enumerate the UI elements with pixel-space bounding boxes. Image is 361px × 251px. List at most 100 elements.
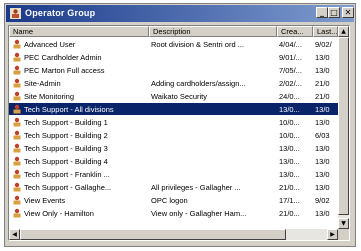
- cell-created: 9/01/...: [279, 53, 302, 62]
- cell-name: Tech Support - Building 2: [24, 131, 108, 140]
- cell-description: [151, 156, 275, 167]
- cell-last: 9/02: [315, 196, 330, 205]
- cell-created: 21/0...: [279, 209, 300, 218]
- column-header-name[interactable]: Name: [9, 26, 149, 37]
- cell-description: Root division & Sentri ord ...: [151, 40, 244, 49]
- vertical-scrollbar[interactable]: ▲ ▼: [338, 26, 349, 229]
- operator-group-icon: [13, 208, 21, 218]
- cell-name: Site Monitoring: [24, 92, 75, 101]
- table-row[interactable]: Tech Support - Building 2 10/0... 6/03: [9, 129, 338, 141]
- vertical-scroll-thumb[interactable]: [338, 37, 349, 215]
- cell-created: 13/0...: [279, 144, 300, 153]
- cell-last: 13/0: [315, 183, 330, 192]
- scroll-right-arrow-icon[interactable]: ▶: [327, 229, 338, 240]
- table-row[interactable]: Tech Support - Building 4 13/0... 13/0: [9, 155, 338, 167]
- cell-description: [151, 65, 275, 76]
- operator-group-icon: [13, 182, 21, 192]
- cell-last: 13/0: [315, 144, 330, 153]
- cell-created: 10/0...: [279, 118, 300, 127]
- cell-name: PEC Marton Full access: [24, 66, 105, 75]
- horizontal-scroll-thumb[interactable]: [20, 229, 286, 240]
- cell-created: 21/0...: [279, 183, 300, 192]
- minimize-button[interactable]: _: [316, 7, 328, 18]
- table-row[interactable]: Tech Support - Building 3 13/0... 13/0: [9, 142, 338, 154]
- operator-group-icon: [13, 104, 21, 114]
- cell-last: 6/03: [315, 131, 330, 140]
- cell-name: Tech Support - All divisions: [24, 105, 114, 114]
- horizontal-scrollbar[interactable]: ◀ ▶: [9, 229, 338, 240]
- cell-last: 13/0: [315, 53, 330, 62]
- scroll-down-arrow-icon[interactable]: ▼: [338, 218, 349, 229]
- cell-name: View Only - Hamilton: [24, 209, 94, 218]
- cell-created: 13/0...: [279, 170, 300, 179]
- operator-group-icon: [13, 65, 21, 75]
- cell-last: 21/0: [315, 92, 330, 101]
- cell-name: View Events: [24, 196, 66, 205]
- cell-name: PEC Cardholder Admin: [24, 53, 102, 62]
- cell-name: Site-Admin: [24, 79, 61, 88]
- cell-description: [151, 104, 275, 115]
- column-header-description[interactable]: Description: [149, 26, 277, 37]
- cell-description: [151, 52, 275, 63]
- scroll-corner: [338, 229, 349, 240]
- table-row[interactable]: Site-Admin Adding cardholders/assign... 2/…: [9, 77, 338, 89]
- cell-last: 9/02/: [315, 40, 332, 49]
- table-row[interactable]: Site Monitoring Waikato Security 24/0... 21…: [9, 90, 338, 102]
- scroll-up-arrow-icon[interactable]: ▲: [338, 26, 349, 37]
- operator-group-icon: [13, 78, 21, 88]
- cell-name: Tech Support - Building 3: [24, 144, 108, 153]
- table-row[interactable]: PEC Cardholder Admin 9/01/... 13/0: [9, 51, 338, 63]
- cell-last: 13/0: [315, 66, 330, 75]
- cell-name: Tech Support - Building 1: [24, 118, 108, 127]
- cell-created: 10/0...: [279, 131, 300, 140]
- cell-last: 13/0: [315, 118, 330, 127]
- cell-last: 21/0: [315, 79, 330, 88]
- cell-created: 4/04/...: [279, 40, 302, 49]
- table-row[interactable]: Advanced User Root division & Sentri ord …: [9, 38, 338, 50]
- table-row[interactable]: View Only - Hamilton View only - Gallaghe…: [9, 207, 338, 219]
- cell-last: 13/0: [315, 209, 330, 218]
- table-row[interactable]: Tech Support - Building 1 10/0... 13/0: [9, 116, 338, 128]
- cell-description: OPC logon: [151, 196, 188, 205]
- cell-description: Adding cardholders/assign...: [151, 79, 246, 88]
- operator-group-icon: [13, 91, 21, 101]
- operator-group-icon: [13, 39, 21, 49]
- operator-group-icon: [13, 130, 21, 140]
- cell-description: All privileges - Gallagher ...: [151, 183, 241, 192]
- table-row[interactable]: Tech Support - Gallaghe... All privileges…: [9, 181, 338, 193]
- cell-description: [151, 143, 275, 154]
- cell-name: Tech Support - Gallaghe...: [24, 183, 112, 192]
- close-button[interactable]: ✕: [342, 7, 354, 18]
- cell-created: 24/0...: [279, 92, 300, 101]
- cell-name: Tech Support - Building 4: [24, 157, 108, 166]
- cell-created: 2/02/...: [279, 79, 302, 88]
- operator-group-icon: [13, 52, 21, 62]
- table-row[interactable]: Tech Support - Franklin ... 13/0... 13/0: [9, 168, 338, 180]
- cell-last: 13/0: [315, 105, 330, 114]
- cell-description: View only - Gallagher Ham...: [151, 209, 247, 218]
- operator-group-list[interactable]: Name Description Crea... Last... Advance…: [8, 25, 350, 241]
- scroll-left-arrow-icon[interactable]: ◀: [9, 229, 20, 240]
- table-row[interactable]: View Events OPC logon 17/1... 9/02: [9, 194, 338, 206]
- cell-description: [151, 169, 275, 180]
- operator-group-icon: [13, 143, 21, 153]
- table-row[interactable]: Tech Support - All divisions 13/0... 13/0: [9, 103, 338, 115]
- operator-group-icon: [13, 156, 21, 166]
- window-title: Operator Group: [25, 8, 96, 18]
- cell-created: 7/05/...: [279, 66, 302, 75]
- column-header-last[interactable]: Last...: [313, 26, 338, 37]
- maximize-button[interactable]: □: [328, 7, 340, 18]
- column-header-created[interactable]: Crea...: [277, 26, 313, 37]
- cell-description: [151, 117, 275, 128]
- cell-created: 13/0...: [279, 105, 300, 114]
- table-row[interactable]: PEC Marton Full access 7/05/... 13/0: [9, 64, 338, 76]
- cell-last: 13/0: [315, 157, 330, 166]
- cell-created: 13/0...: [279, 157, 300, 166]
- cell-last: 13/0: [315, 170, 330, 179]
- cell-name: Advanced User: [24, 40, 76, 49]
- cell-description: Waikato Security: [151, 92, 207, 101]
- cell-name: Tech Support - Franklin ...: [24, 170, 110, 179]
- title-bar[interactable]: Operator Group _ □ ✕: [6, 5, 354, 22]
- operator-group-window: Operator Group _ □ ✕ Name Description Cr…: [4, 3, 356, 247]
- operator-group-icon: [13, 195, 21, 205]
